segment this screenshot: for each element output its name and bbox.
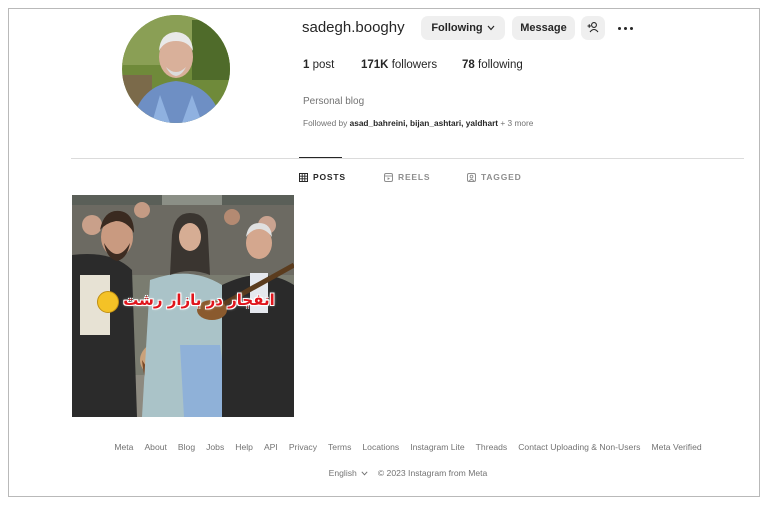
followed-by-prefix: Followed by (303, 118, 348, 128)
followed-by-more: + 3 more (500, 118, 534, 128)
tab-reels-label: REELS (398, 172, 431, 182)
posts-label: post (312, 59, 335, 71)
footer-link[interactable]: Threads (476, 442, 508, 452)
followers-label: followers (391, 59, 438, 71)
dot-icon (629, 26, 633, 30)
footer-link[interactable]: Contact Uploading & Non-Users (518, 442, 640, 452)
footer-bottom: English © 2023 Instagram from Meta (0, 468, 768, 478)
footer-link[interactable]: API (264, 442, 278, 452)
profile-username: sadegh.booghy (302, 19, 405, 36)
tab-reels[interactable]: REELS (384, 172, 430, 182)
followers-count: 171K (361, 59, 389, 71)
footer-link[interactable]: Privacy (289, 442, 317, 452)
chevron-down-icon (487, 23, 495, 33)
footer-link[interactable]: Jobs (206, 442, 224, 452)
footer-link[interactable]: Blog (178, 442, 195, 452)
followed-by[interactable]: Followed by asad_bahreini, bijan_ashtari… (303, 118, 533, 128)
following-stat[interactable]: 78 following (462, 59, 523, 71)
following-button[interactable]: Following (421, 16, 505, 40)
copyright-text: © 2023 Instagram from Meta (377, 468, 488, 478)
followed-by-names: asad_bahreini, bijan_ashtari, yaldhart (349, 118, 499, 128)
add-user-icon (587, 21, 599, 36)
active-tab-indicator (299, 157, 342, 158)
footer-link[interactable]: About (144, 442, 166, 452)
chevron-down-icon (361, 468, 368, 478)
tab-tagged[interactable]: TAGGED (467, 172, 522, 182)
footer-link[interactable]: Locations (362, 442, 399, 452)
following-button-label: Following (431, 22, 483, 34)
shocked-face-emoji-icon (97, 291, 119, 313)
posts-count: 1 (303, 59, 310, 71)
footer-link[interactable]: Help (235, 442, 253, 452)
post-thumbnail[interactable]: انفجار در بازار رشت (72, 195, 294, 417)
dot-icon (617, 26, 621, 30)
dot-icon (623, 26, 627, 30)
grid-icon (299, 172, 308, 182)
footer-link[interactable]: Meta (114, 442, 133, 452)
message-button[interactable]: Message (512, 16, 575, 40)
profile-category: Personal blog (303, 96, 365, 107)
avatar-photo (122, 15, 230, 123)
tabs-divider (71, 158, 744, 159)
following-label: following (478, 59, 523, 71)
reels-icon (384, 172, 393, 182)
more-options-button[interactable] (613, 16, 637, 40)
footer-link[interactable]: Terms (328, 442, 351, 452)
language-selector[interactable]: English (329, 468, 368, 478)
followers-stat[interactable]: 171K followers (361, 59, 437, 71)
footer-links: Meta About Blog Jobs Help API Privacy Terms Loca… (0, 442, 768, 452)
footer-link[interactable]: Meta Verified (651, 442, 701, 452)
post-caption-overlay: انفجار در بازار رشت (123, 291, 275, 309)
tagged-icon (467, 172, 476, 182)
footer-link[interactable]: Instagram Lite (410, 442, 464, 452)
posts-count-stat: 1 post (303, 59, 334, 71)
language-label: English (328, 468, 357, 478)
message-button-label: Message (520, 22, 567, 34)
tab-posts[interactable]: POSTS (299, 172, 346, 182)
tab-posts-label: POSTS (313, 172, 346, 182)
following-count: 78 (462, 59, 475, 71)
suggest-user-button[interactable] (581, 16, 605, 40)
profile-avatar[interactable] (122, 15, 230, 123)
tab-tagged-label: TAGGED (481, 172, 522, 182)
